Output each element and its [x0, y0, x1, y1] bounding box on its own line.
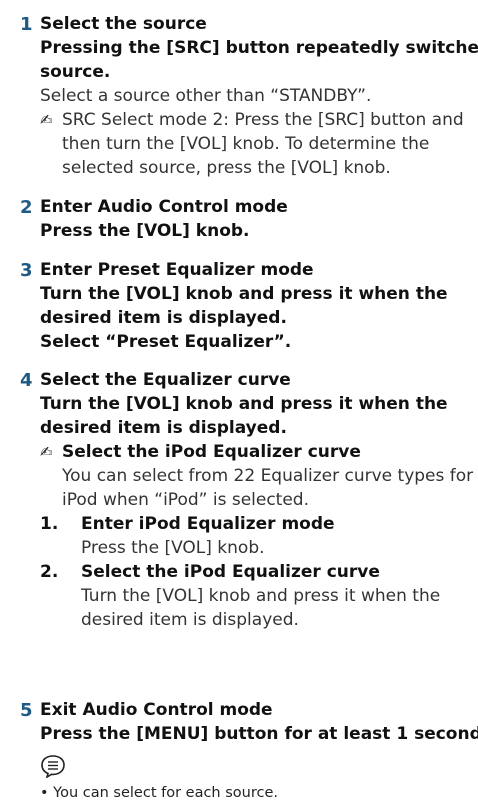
note-text: selected source, press the [VOL] knob. — [62, 158, 391, 178]
substep-2: 2. Select the iPod Equalizer curve Turn … — [40, 560, 468, 632]
substep-text: Press the [VOL] knob. — [81, 538, 265, 558]
step-title: Exit Audio Control mode — [40, 700, 273, 720]
step-title: Enter Preset Equalizer mode — [40, 260, 314, 280]
pencil-note-icon: ✍ — [40, 111, 53, 129]
substep-number: 2. — [40, 562, 59, 582]
step-number: 2 — [20, 197, 33, 218]
note-text: SRC Select mode 2: Press the [SRC] butto… — [62, 110, 464, 130]
substep-text: desired item is displayed. — [81, 610, 299, 630]
manual-page: 1 Select the source Pressing the [SRC] b… — [0, 0, 478, 808]
step-title: Select the source — [40, 14, 207, 34]
note-text: You can select from 22 Equalizer curve t… — [62, 466, 474, 486]
step-instruction: desired item is displayed. — [40, 308, 287, 328]
note-title-text: Select the iPod Equalizer curve — [62, 442, 361, 462]
step-number: 1 — [20, 14, 33, 35]
step-body: Select the source Pressing the [SRC] but… — [40, 12, 478, 180]
step-title: Select the Equalizer curve — [40, 370, 291, 390]
step-number: 3 — [20, 260, 33, 281]
step-instruction: Turn the [VOL] knob and press it when th… — [40, 394, 448, 414]
memo-bullet: • You can select for each source. — [40, 785, 278, 801]
substep-text: Turn the [VOL] knob and press it when th… — [81, 586, 441, 606]
step-title: Enter Audio Control mode — [40, 197, 288, 217]
substep-number: 1. — [40, 514, 59, 534]
step-instruction: Press the [VOL] knob. — [40, 221, 250, 241]
pencil-note-icon: ✍ — [40, 443, 53, 461]
note-text: then turn the [VOL] knob. To determine t… — [62, 134, 430, 154]
substep-body: Select the iPod Equalizer curve Turn the… — [62, 560, 468, 632]
substep-1: 1. Enter iPod Equalizer mode Press the [… — [40, 512, 468, 560]
step-instruction: Press the [MENU] button for at least 1 s… — [40, 724, 478, 744]
step-number: 4 — [20, 370, 33, 391]
step-body: Select the Equalizer curve Turn the [VOL… — [40, 368, 474, 632]
step-instruction: Pressing the [SRC] button repeatedly swi… — [40, 38, 478, 58]
step-instruction: source. — [40, 62, 111, 82]
step-body: Enter Preset Equalizer mode Turn the [VO… — [40, 258, 468, 354]
note: ✍ SRC Select mode 2: Press the [SRC] but… — [40, 108, 468, 132]
step-instruction: Turn the [VOL] knob and press it when th… — [40, 284, 448, 304]
step-number: 5 — [20, 700, 33, 721]
substep-title: Select the iPod Equalizer curve — [81, 562, 380, 582]
note-text: iPod when “iPod” is selected. — [62, 490, 310, 510]
memo-icon — [41, 755, 65, 778]
substep-body: Enter iPod Equalizer mode Press the [VOL… — [62, 512, 468, 560]
substep-title: Enter iPod Equalizer mode — [81, 514, 335, 534]
note-title: ✍ Select the iPod Equalizer curve — [40, 440, 468, 464]
step-instruction: Select “Preset Equalizer”. — [40, 332, 292, 352]
step-body: Enter Audio Control mode Press the [VOL]… — [40, 195, 468, 243]
step-text: Select a source other than “STANDBY”. — [40, 86, 372, 106]
step-body: Exit Audio Control mode Press the [MENU]… — [40, 698, 478, 746]
step-instruction: desired item is displayed. — [40, 418, 287, 438]
